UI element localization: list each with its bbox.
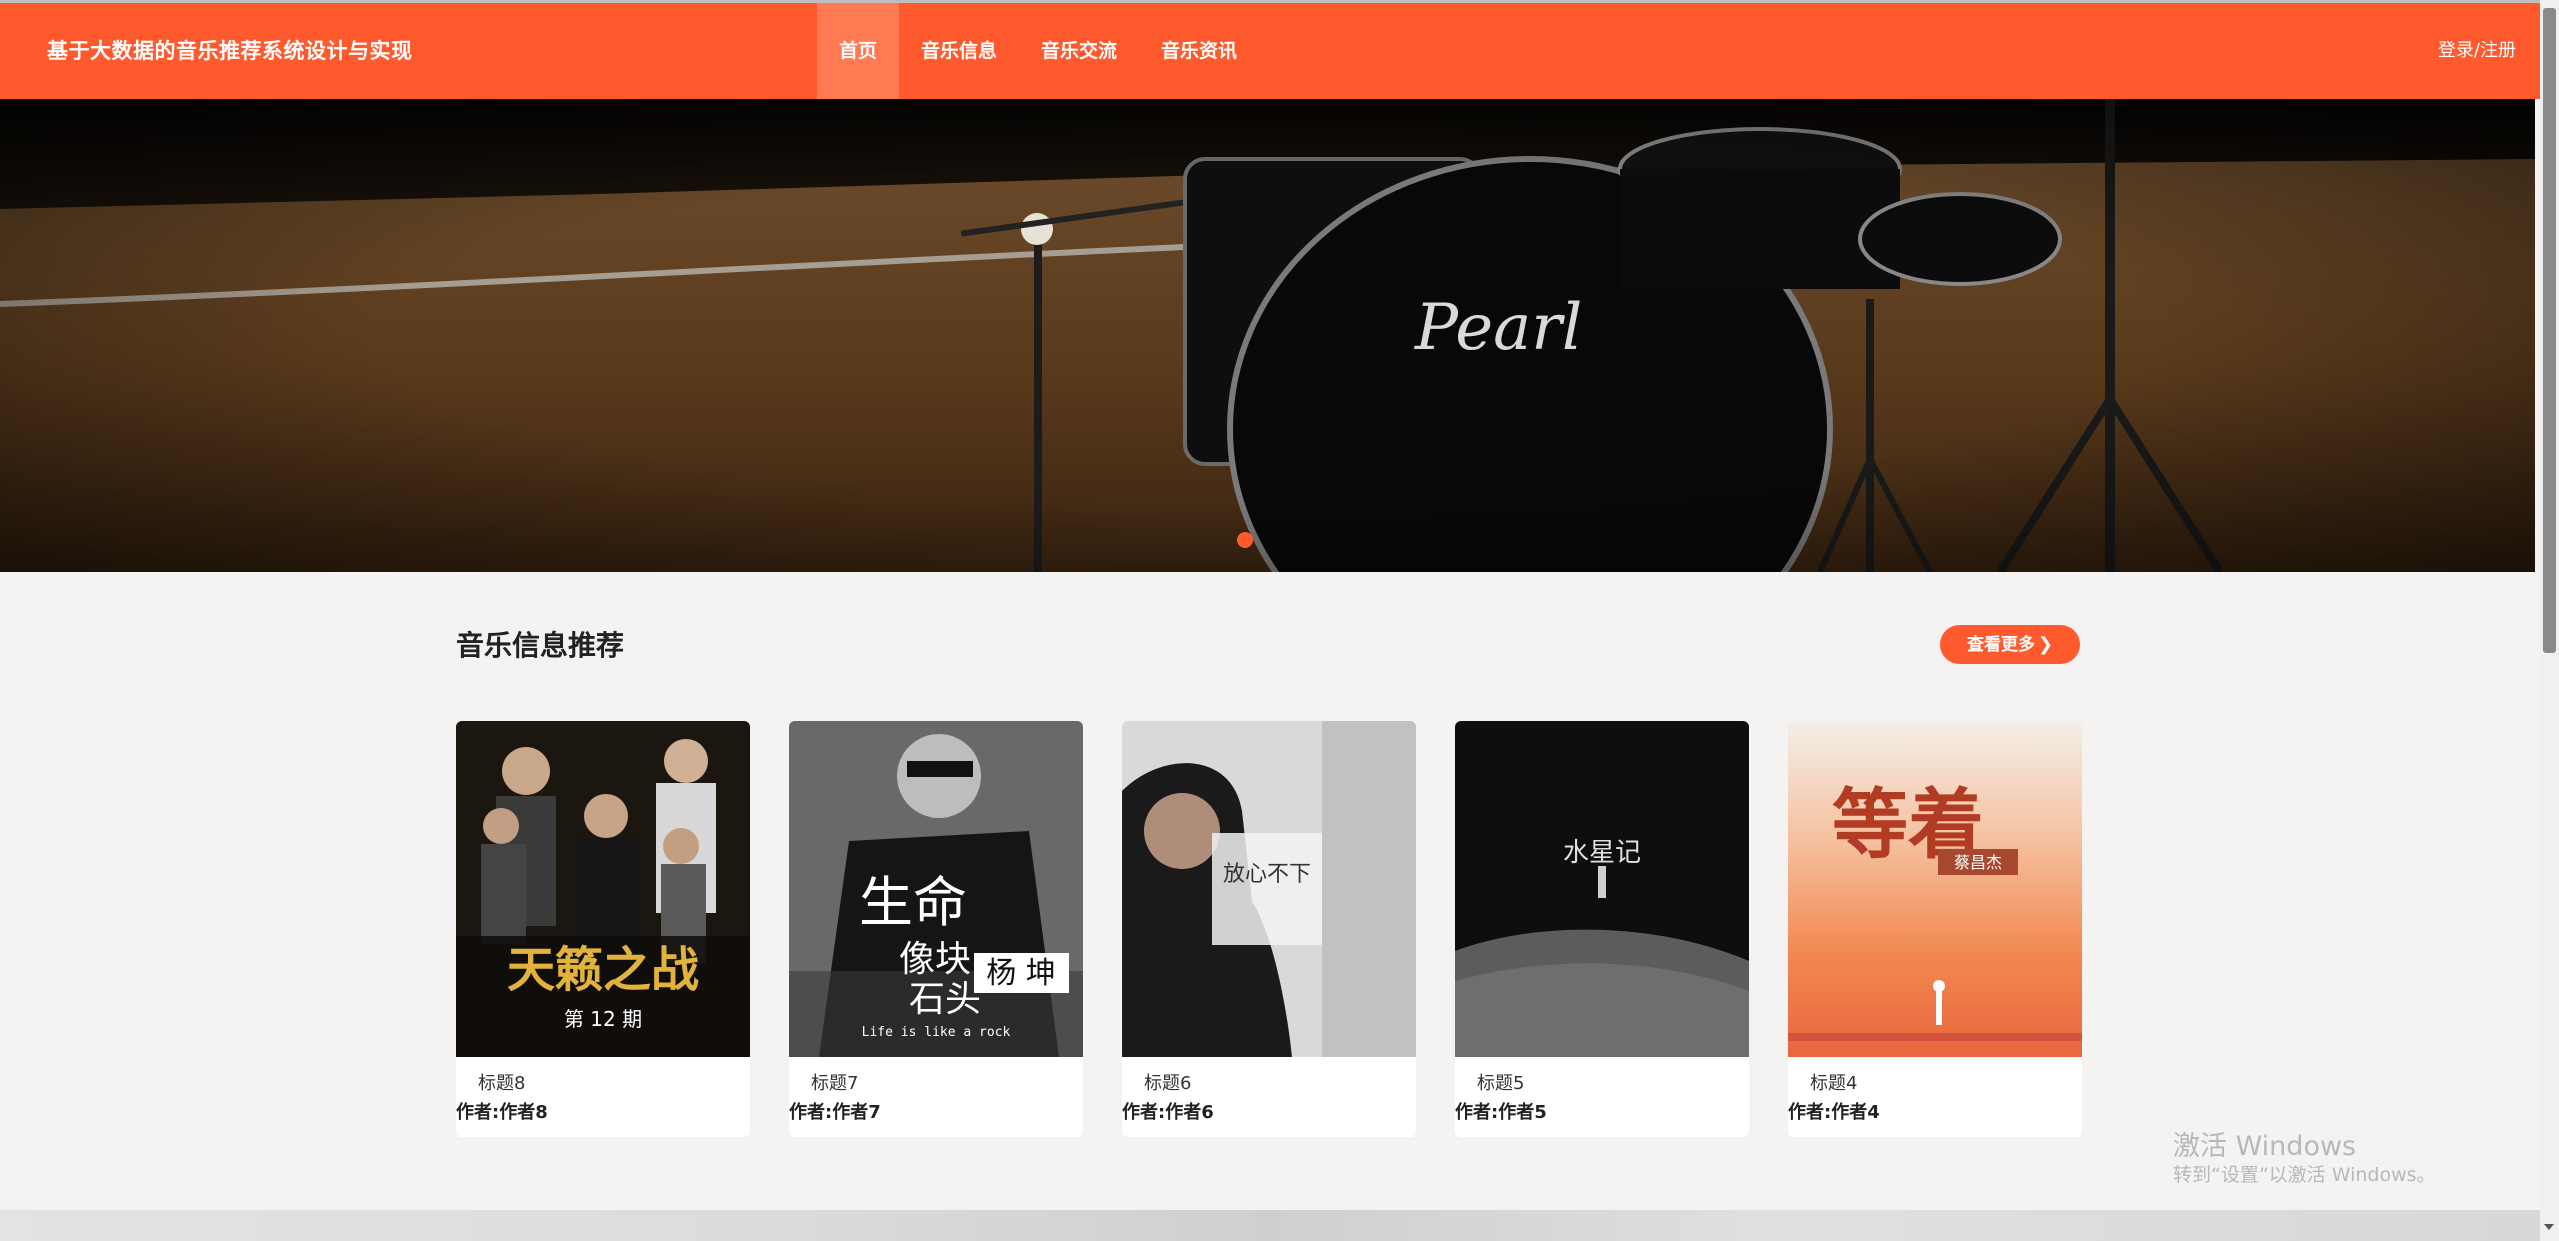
music-cover[interactable]: 天籁之战 第 12 期 <box>456 721 750 1057</box>
music-card[interactable]: 等着 蔡昌杰 标题4 作者:作者4 <box>1788 721 2082 1137</box>
hero-banner[interactable]: Pearl <box>0 99 2535 572</box>
view-more-button[interactable]: 查看更多 ❯ <box>1940 625 2080 664</box>
music-card[interactable]: 放心不下 标题6 作者:作者6 <box>1122 721 1416 1137</box>
section-title: 音乐信息推荐 <box>456 629 625 662</box>
music-cover[interactable]: 等着 蔡昌杰 <box>1788 721 2082 1057</box>
music-cover[interactable]: 水星记 <box>1455 721 1749 1057</box>
next-section-preview <box>0 1210 2540 1241</box>
nav-home[interactable]: 首页 <box>817 3 900 99</box>
cover-subtitle: 蔡昌杰 <box>1954 853 2002 872</box>
nav-music-info[interactable]: 音乐信息 <box>899 3 1019 99</box>
view-more-label: 查看更多 <box>1966 635 2035 655</box>
card-title[interactable]: 标题8 <box>456 1069 750 1095</box>
card-title[interactable]: 标题4 <box>1788 1069 2082 1095</box>
card-author: 作者:作者6 <box>1122 1102 1214 1123</box>
music-cover[interactable]: 放心不下 <box>1122 721 1416 1057</box>
cover-title: 水星记 <box>1563 838 1641 868</box>
windows-activation-title: 激活 Windows <box>2173 1131 2357 1162</box>
card-author: 作者:作者5 <box>1455 1102 1547 1123</box>
cover-subtitle: 杨 坤 <box>986 956 1056 991</box>
card-author: 作者:作者8 <box>456 1102 548 1123</box>
chevron-right-icon: ❯ <box>2037 634 2054 655</box>
login-register-link[interactable]: 登录/注册 <box>2438 3 2516 99</box>
cover-subtitle: 第 12 期 <box>564 1007 642 1031</box>
carousel-dot[interactable] <box>1237 532 1253 548</box>
card-title[interactable]: 标题5 <box>1455 1069 1749 1095</box>
music-cover[interactable]: 生命 像块 石头 杨 坤 Life is like a rock <box>789 721 1083 1057</box>
card-author: 作者:作者4 <box>1788 1102 1880 1123</box>
card-author: 作者:作者7 <box>789 1102 881 1123</box>
svg-text:石头: 石头 <box>909 979 981 1020</box>
card-title[interactable]: 标题7 <box>789 1069 1083 1095</box>
music-card-list: 天籁之战 第 12 期 标题8 作者:作者8 生命 像块 石头 杨 坤 Life… <box>456 721 2082 1137</box>
page: 基于大数据的音乐推荐系统设计与实现 首页 音乐信息 音乐交流 音乐资讯 登录/注… <box>0 0 2559 1241</box>
cover-caption: Life is like a rock <box>862 1025 1011 1040</box>
svg-text:像块: 像块 <box>899 939 971 980</box>
scrollbar-thumb[interactable] <box>2543 8 2556 653</box>
banner-image: Pearl <box>0 99 2535 572</box>
music-card[interactable]: 生命 像块 石头 杨 坤 Life is like a rock 标题7 作者:… <box>789 721 1083 1137</box>
navbar: 基于大数据的音乐推荐系统设计与实现 首页 音乐信息 音乐交流 音乐资讯 登录/注… <box>0 3 2540 99</box>
svg-text:生命: 生命 <box>859 871 967 934</box>
nav-music-forum[interactable]: 音乐交流 <box>1019 3 1139 99</box>
windows-activation-subtitle: 转到“设置”以激活 Windows。 <box>2173 1164 2436 1186</box>
nav-music-news[interactable]: 音乐资讯 <box>1139 3 1259 99</box>
music-card[interactable]: 天籁之战 第 12 期 标题8 作者:作者8 <box>456 721 750 1137</box>
main-nav: 首页 音乐信息 音乐交流 音乐资讯 <box>817 3 1259 99</box>
scroll-down-arrow-icon[interactable] <box>2544 1224 2554 1230</box>
cover-title: 放心不下 <box>1223 862 1311 887</box>
music-card[interactable]: 水星记 标题5 作者:作者5 <box>1455 721 1749 1137</box>
card-title[interactable]: 标题6 <box>1122 1069 1416 1095</box>
site-title[interactable]: 基于大数据的音乐推荐系统设计与实现 <box>47 3 413 99</box>
cover-title: 天籁之战 <box>507 942 699 998</box>
